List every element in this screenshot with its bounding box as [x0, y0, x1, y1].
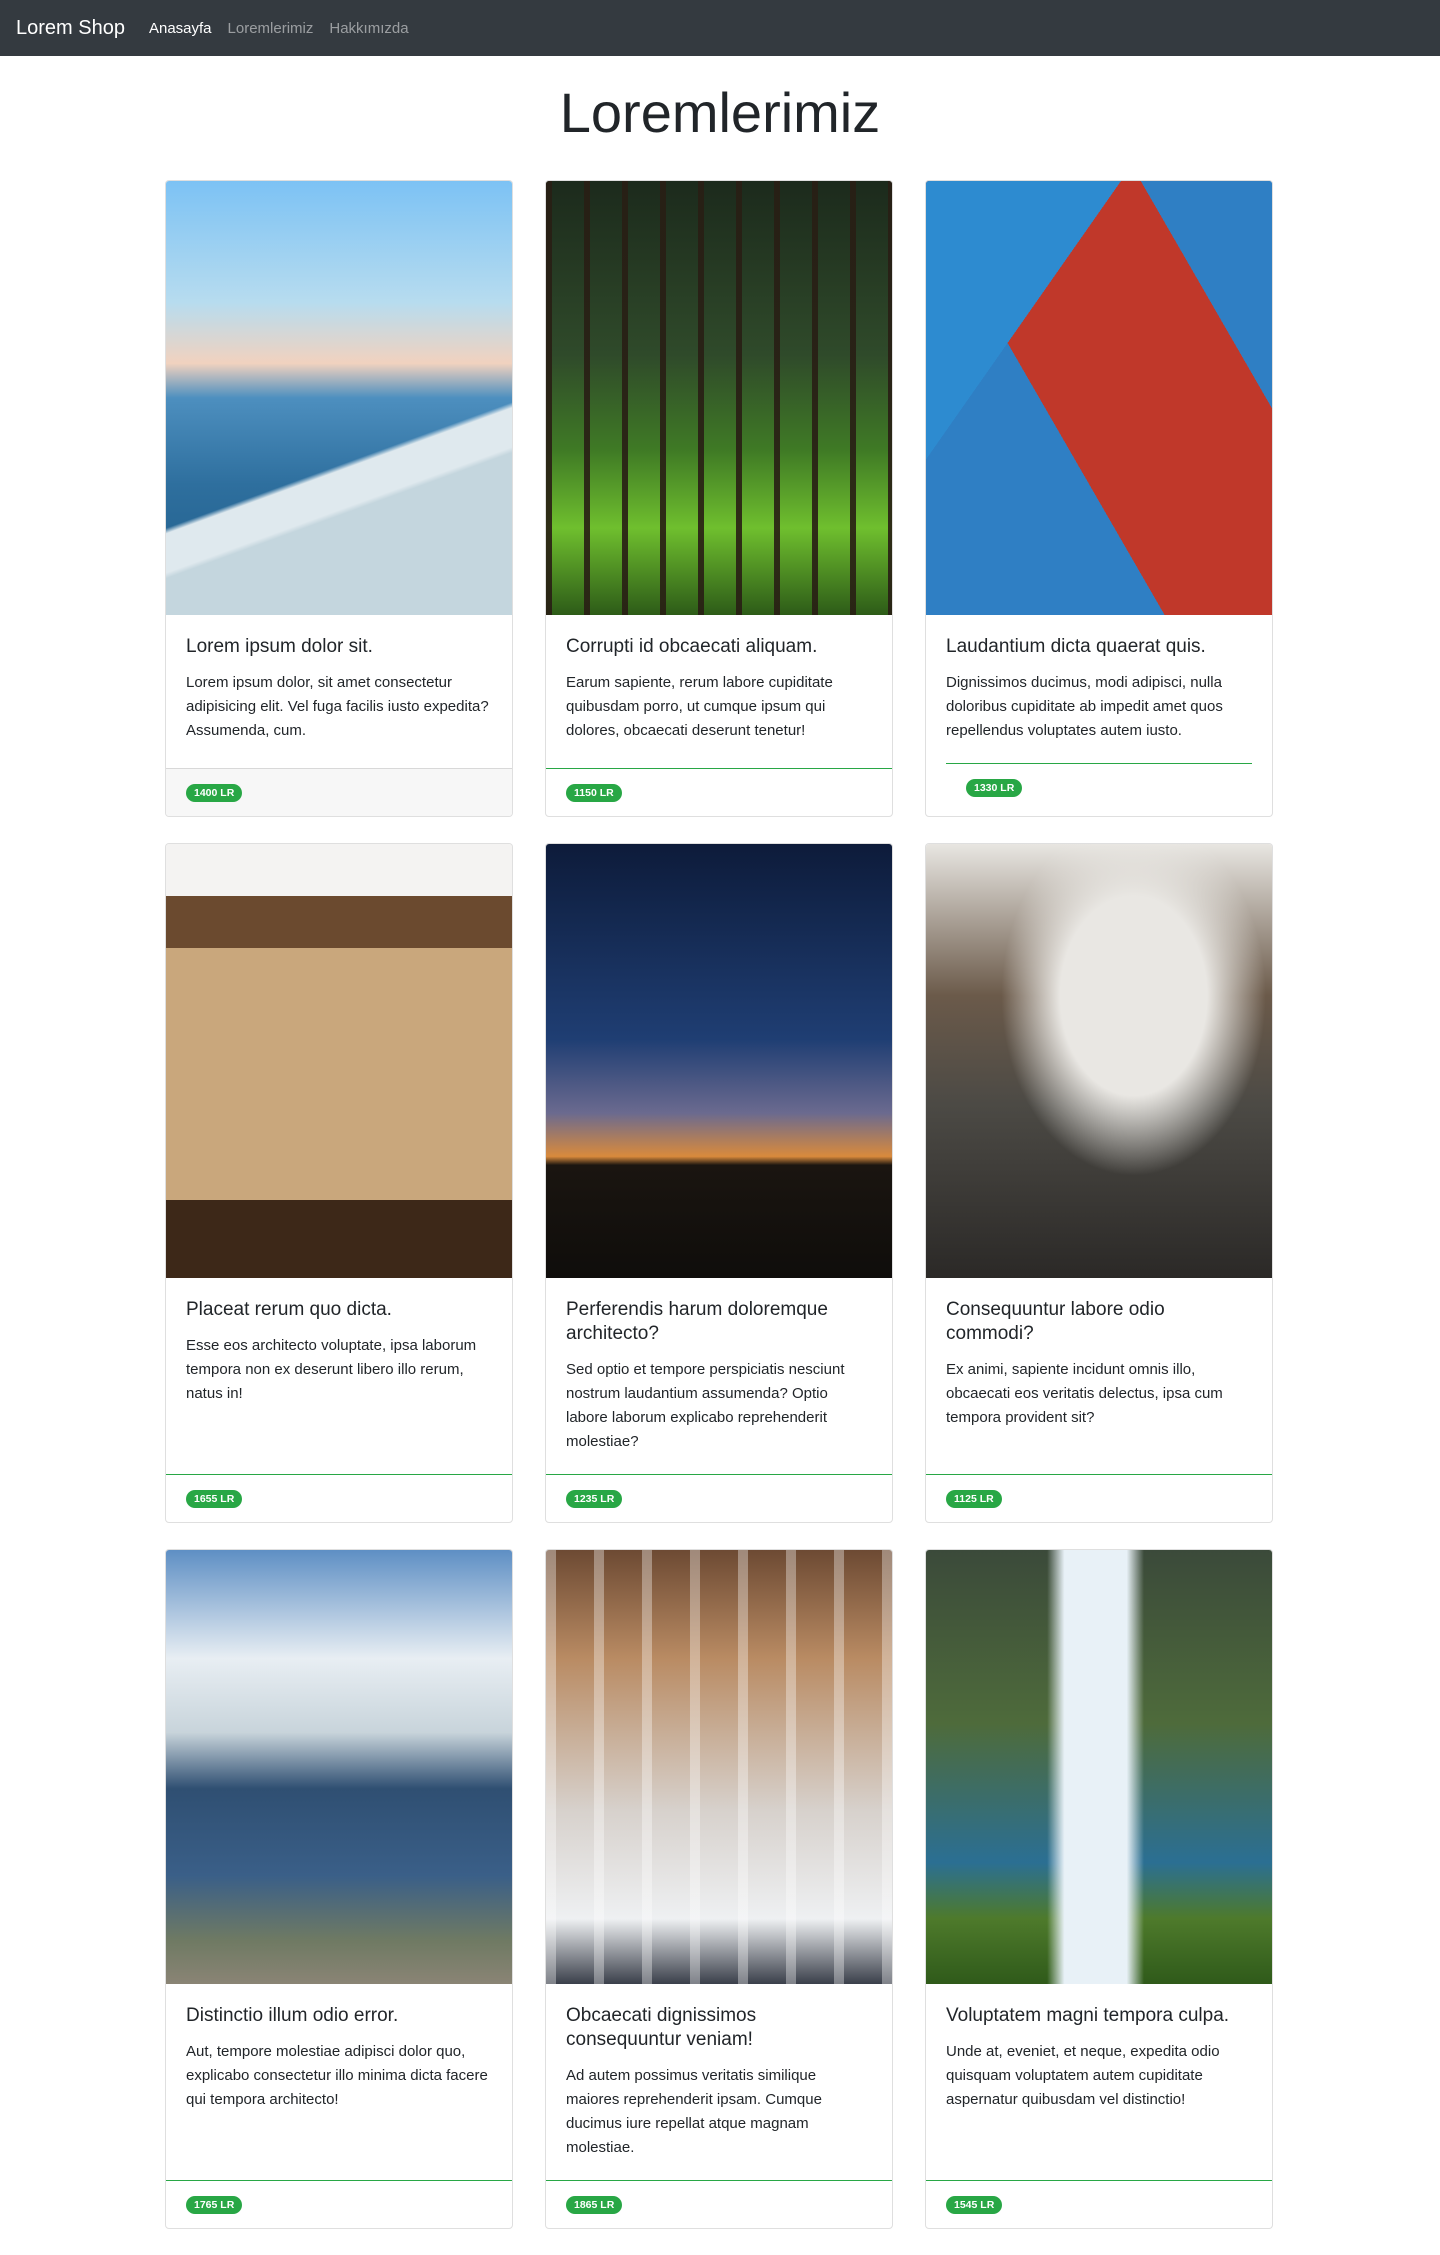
price-badge: 1125 LR [946, 1489, 1002, 1508]
card-footer: 1545 LR [926, 2180, 1272, 2228]
price-badge: 1400 LR [186, 783, 243, 802]
product-row: Lorem ipsum dolor sit. Lorem ipsum dolor… [150, 180, 1290, 817]
card-body: Distinctio illum odio error. Aut, tempor… [166, 1984, 512, 2180]
price-badge: 1235 LR [566, 1489, 623, 1508]
card-footer: 1235 LR [546, 1474, 892, 1522]
product-description: Dignissimos ducimus, modi adipisci, null… [946, 674, 1223, 739]
price-badge: 1655 LR [186, 1489, 243, 1508]
product-title: Voluptatem magni tempora culpa. [946, 2005, 1230, 2026]
product-description: Aut, tempore molestiae adipisci dolor qu… [186, 2043, 488, 2108]
card-footer: 1125 LR [926, 1474, 1272, 1522]
product-card[interactable]: Voluptatem magni tempora culpa. Unde at,… [925, 1549, 1273, 2229]
product-description: Unde at, eveniet, et neque, expedita odi… [946, 2043, 1220, 2108]
price-badge: 1150 LR [566, 783, 622, 802]
card-footer: 1865 LR [546, 2180, 892, 2228]
card-body: Laudantium dicta quaerat quis. Dignissim… [926, 615, 1272, 763]
price-badge: 1765 LR [186, 2195, 243, 2214]
product-title: Perferendis harum doloremque architecto? [566, 1299, 828, 1344]
card-body: Placeat rerum quo dicta. Esse eos archit… [166, 1278, 512, 1474]
nav-link-loremlerimiz[interactable]: Loremlerimiz [228, 20, 314, 37]
card-footer: 1765 LR [166, 2180, 512, 2228]
card-footer: 1150 LR [546, 768, 892, 816]
card-body: Corrupti id obcaecati aliquam. Earum sap… [546, 615, 892, 768]
product-image [166, 844, 512, 1278]
card-body: Voluptatem magni tempora culpa. Unde at,… [926, 1984, 1272, 2180]
product-title: Distinctio illum odio error. [186, 2005, 399, 2026]
product-description: Ex animi, sapiente incidunt omnis illo, … [946, 1361, 1223, 1426]
product-title: Obcaecati dignissimos consequuntur venia… [566, 2005, 757, 2050]
product-card[interactable]: Corrupti id obcaecati aliquam. Earum sap… [545, 180, 893, 817]
product-card[interactable]: Obcaecati dignissimos consequuntur venia… [545, 1549, 893, 2229]
card-body: Perferendis harum doloremque architecto?… [546, 1278, 892, 1474]
product-description: Ad autem possimus veritatis similique ma… [566, 2067, 822, 2156]
product-title: Lorem ipsum dolor sit. [186, 636, 373, 657]
card-footer: 1655 LR [166, 1474, 512, 1522]
product-card[interactable]: Placeat rerum quo dicta. Esse eos archit… [165, 843, 513, 1523]
product-description: Lorem ipsum dolor, sit amet consectetur … [186, 674, 489, 739]
product-card[interactable]: Perferendis harum doloremque architecto?… [545, 843, 893, 1523]
product-title: Corrupti id obcaecati aliquam. [566, 636, 818, 657]
product-title: Placeat rerum quo dicta. [186, 1299, 392, 1320]
product-description: Sed optio et tempore perspiciatis nesciu… [566, 1361, 845, 1450]
product-card[interactable]: Consequuntur labore odio commodi? Ex ani… [925, 843, 1273, 1523]
product-card[interactable]: Lorem ipsum dolor sit. Lorem ipsum dolor… [165, 180, 513, 817]
product-image [166, 181, 512, 615]
product-title: Laudantium dicta quaerat quis. [946, 636, 1206, 657]
price-badge: 1865 LR [566, 2195, 623, 2214]
nav-link-anasayfa[interactable]: Anasayfa [149, 20, 212, 37]
card-body: Obcaecati dignissimos consequuntur venia… [546, 1984, 892, 2180]
product-image [546, 1550, 892, 1984]
product-row: Placeat rerum quo dicta. Esse eos archit… [150, 843, 1290, 1523]
product-image [166, 1550, 512, 1984]
price-badge: 1330 LR [966, 779, 1023, 797]
product-description: Esse eos architecto voluptate, ipsa labo… [186, 1337, 477, 1402]
product-card[interactable]: Distinctio illum odio error. Aut, tempor… [165, 1549, 513, 2229]
product-image [926, 844, 1272, 1278]
nav-link-hakkimizda[interactable]: Hakkımızda [329, 20, 408, 37]
product-card[interactable]: Laudantium dicta quaerat quis. Dignissim… [925, 180, 1273, 817]
card-body: Lorem ipsum dolor sit. Lorem ipsum dolor… [166, 615, 512, 768]
card-footer: 1330 LR [946, 763, 1252, 816]
product-title: Consequuntur labore odio commodi? [946, 1299, 1165, 1344]
card-body: Consequuntur labore odio commodi? Ex ani… [926, 1278, 1272, 1474]
product-image [546, 181, 892, 615]
main-content: Loremlerimiz Lorem ipsum dolor sit. Lore… [150, 80, 1290, 2229]
product-description: Earum sapiente, rerum labore cupiditate … [566, 674, 833, 739]
brand-link[interactable]: Lorem Shop [16, 17, 125, 40]
product-image [546, 844, 892, 1278]
price-badge: 1545 LR [946, 2195, 1003, 2214]
page-title: Loremlerimiz [559, 81, 881, 144]
product-image [926, 181, 1272, 615]
card-footer: 1400 LR [166, 768, 512, 816]
product-image [926, 1550, 1272, 1984]
navbar: Lorem Shop Anasayfa Loremlerimiz Hakkımı… [0, 0, 1440, 56]
product-row: Distinctio illum odio error. Aut, tempor… [150, 1549, 1290, 2229]
